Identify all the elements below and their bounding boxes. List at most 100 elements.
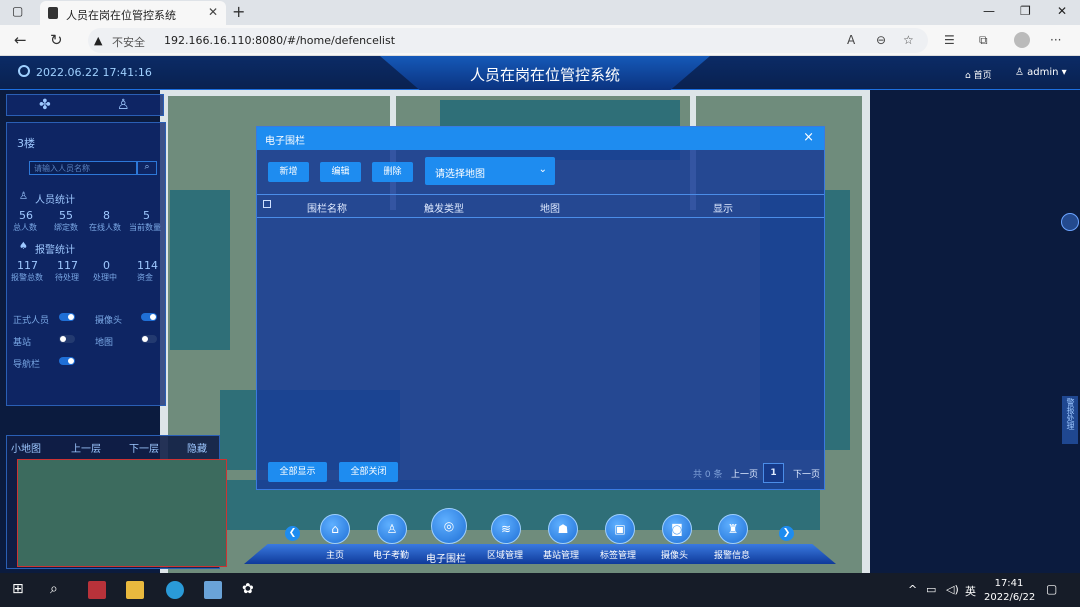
- column-header: 显示: [713, 204, 733, 215]
- camera-icon[interactable]: ◙: [662, 514, 692, 544]
- map-select[interactable]: 请选择地图 ⌄: [425, 157, 555, 185]
- dock-label[interactable]: 摄像头: [661, 548, 688, 561]
- dock-label[interactable]: 报警信息: [714, 548, 750, 561]
- favorite-add-icon[interactable]: ☆: [903, 33, 914, 47]
- column-header: 地图: [540, 204, 560, 215]
- stat-label: 在线人数: [89, 223, 121, 232]
- search-icon[interactable]: ⌕: [50, 581, 68, 599]
- restore-icon[interactable]: ❐: [1020, 4, 1031, 18]
- browser-tab[interactable]: 人员在岗在位管控系统 ✕: [40, 1, 226, 25]
- attendance-icon[interactable]: ♙: [377, 514, 407, 544]
- app-header: 2022.06.22 17:41:16 人员在岗在位管控系统 ⌂ 首页 ♙ ad…: [0, 56, 1080, 90]
- edit-button[interactable]: 编辑: [320, 162, 361, 182]
- toggle-map[interactable]: [141, 335, 157, 343]
- zoom-icon[interactable]: ⊖: [876, 33, 886, 47]
- clock-time: 17:41: [994, 578, 1024, 589]
- file-explorer-icon[interactable]: [126, 581, 144, 599]
- close-all-button[interactable]: 全部关闭: [339, 462, 398, 482]
- stat-label: 总人数: [13, 223, 37, 232]
- show-all-button[interactable]: 全部显示: [268, 462, 327, 482]
- profile-avatar[interactable]: [1014, 32, 1030, 48]
- more-menu-icon[interactable]: ···: [1050, 33, 1061, 47]
- total-count: 共 0 条: [693, 470, 723, 480]
- tab-actions-icon[interactable]: ▢: [12, 4, 23, 18]
- clock-icon: [18, 65, 30, 77]
- dock-label[interactable]: 电子考勤: [373, 548, 409, 561]
- back-icon[interactable]: ←: [14, 31, 27, 49]
- alarm-handling-tab[interactable]: 警报处理: [1062, 396, 1078, 444]
- column-header: 围栏名称: [307, 204, 347, 215]
- windows-start-icon[interactable]: ⊞: [12, 581, 30, 599]
- antenna-icon[interactable]: ☗: [548, 514, 578, 544]
- floor-up-button[interactable]: 上一层: [71, 440, 101, 455]
- dialog-header: 电子围栏 ×: [257, 127, 824, 150]
- toggle-label: 正式人员: [13, 316, 50, 326]
- home-link[interactable]: ⌂ 首页: [965, 68, 992, 81]
- user-menu[interactable]: ♙ admin ▾: [1015, 67, 1067, 78]
- person-search-input[interactable]: 请输入人员名称: [29, 161, 137, 175]
- read-aloud-icon[interactable]: A: [847, 33, 855, 47]
- alarm-icon: ♠: [19, 241, 28, 252]
- alarm-icon[interactable]: ♜: [718, 514, 748, 544]
- security-label: 不安全: [112, 36, 145, 49]
- favorites-icon[interactable]: ☰: [944, 33, 955, 47]
- delete-button[interactable]: 删除: [372, 162, 413, 182]
- fan-icon[interactable]: ✤: [39, 97, 51, 113]
- search-icon[interactable]: ⌕: [137, 161, 157, 175]
- home-icon[interactable]: ⌂: [320, 514, 350, 544]
- minimap-image[interactable]: [17, 459, 227, 567]
- tray-chevron-icon[interactable]: ^: [908, 583, 926, 601]
- user-name: admin: [1027, 67, 1059, 78]
- table-header: 围栏名称 触发类型 地图 显示: [257, 194, 824, 218]
- tab-close-icon[interactable]: ✕: [208, 5, 218, 19]
- app-title: 人员在岗在位管控系统: [469, 66, 620, 84]
- dialog-close-icon[interactable]: ×: [803, 130, 814, 145]
- current-page[interactable]: 1: [763, 463, 784, 483]
- edge-browser-icon[interactable]: [166, 581, 184, 599]
- ime-indicator[interactable]: 英: [965, 583, 983, 601]
- right-toggle-icon[interactable]: [1061, 213, 1079, 231]
- layers-icon[interactable]: ≋: [491, 514, 521, 544]
- archive-app-icon[interactable]: [88, 581, 106, 599]
- fence-dialog: 电子围栏 × 新增 编辑 删除 请选择地图 ⌄ 围栏名称 触发类型 地图 显示 …: [256, 126, 825, 490]
- dock-label[interactable]: 标签管理: [600, 548, 636, 561]
- dock-label[interactable]: 主页: [326, 548, 344, 561]
- toggle-staff[interactable]: [59, 313, 75, 321]
- notification-icon[interactable]: ▢: [1046, 582, 1064, 600]
- stat-value: 117: [17, 259, 38, 272]
- new-tab-icon[interactable]: +: [232, 2, 245, 21]
- collections-icon[interactable]: ⧉: [979, 33, 988, 48]
- dock-label[interactable]: 区域管理: [487, 548, 523, 561]
- network-icon[interactable]: ▭: [926, 583, 944, 601]
- window-close-icon[interactable]: ✕: [1057, 4, 1067, 18]
- stat-label: 当前数量: [129, 223, 161, 232]
- select-all-checkbox[interactable]: [263, 200, 271, 208]
- tab-title: 人员在岗在位管控系统: [66, 9, 176, 22]
- refresh-icon[interactable]: ↻: [50, 31, 63, 49]
- tag-icon[interactable]: ▣: [605, 514, 635, 544]
- person-icon[interactable]: ♙: [117, 97, 130, 113]
- remote-desktop-icon[interactable]: [204, 581, 222, 599]
- minimize-icon[interactable]: —: [983, 4, 995, 18]
- stat-value: 56: [19, 209, 33, 222]
- dock-label[interactable]: 电子围栏: [426, 550, 466, 565]
- top-left-toolbar: ✤ ♙: [6, 94, 164, 116]
- toggle-navbar[interactable]: [59, 357, 75, 365]
- dock-prev-icon[interactable]: ❮: [285, 526, 300, 541]
- url-field[interactable]: ▲ 不安全 192.166.16.110:8080/#/home/defence…: [88, 28, 928, 53]
- minimap-toolbar: 小地图 上一层 下一层 隐藏: [7, 436, 221, 456]
- add-button[interactable]: 新增: [268, 162, 309, 182]
- taskbar-clock[interactable]: 17:41 2022/6/22: [984, 577, 1035, 605]
- dock-label[interactable]: 基站管理: [543, 548, 579, 561]
- floor-down-button[interactable]: 下一层: [129, 440, 159, 455]
- toggle-camera[interactable]: [141, 313, 157, 321]
- toggle-base-station[interactable]: [59, 335, 75, 343]
- prev-page-button[interactable]: 上一页: [731, 467, 758, 480]
- next-page-button[interactable]: 下一页: [793, 467, 820, 480]
- dock-next-icon[interactable]: ❯: [779, 526, 794, 541]
- volume-icon[interactable]: ◁): [946, 583, 964, 601]
- stat-value: 114: [137, 259, 158, 272]
- fence-icon[interactable]: ◎: [431, 508, 467, 544]
- minimap-hide-button[interactable]: 隐藏: [187, 440, 207, 455]
- flower-app-icon[interactable]: ✿: [242, 581, 260, 599]
